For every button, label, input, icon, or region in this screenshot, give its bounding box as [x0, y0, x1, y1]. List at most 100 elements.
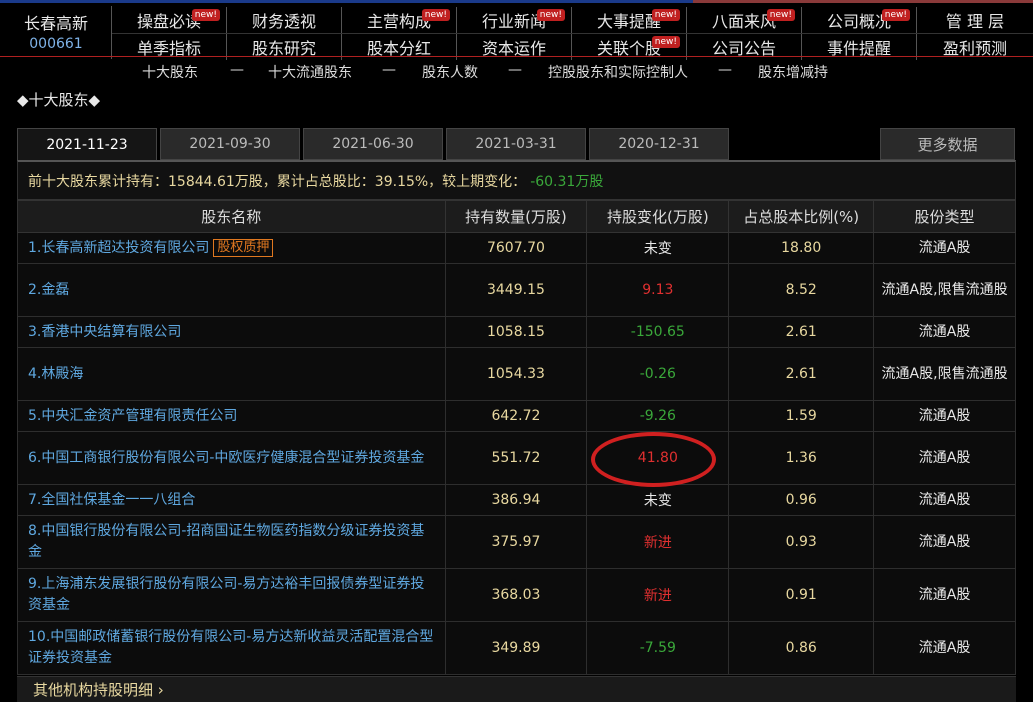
column-header: 股东名称	[17, 200, 446, 233]
holding-change-cell: 41.80	[586, 431, 730, 485]
subnav-item-2[interactable]: 十大流通股东	[268, 62, 352, 82]
holding-qty-cell: 1054.33	[444, 347, 588, 401]
menu-item-1[interactable]: 操盘必读 new!	[112, 7, 227, 33]
new-badge: new!	[191, 9, 220, 21]
stock-code: 000661	[29, 36, 83, 52]
table-header-row: 股东名称 持有数量(万股) 持股变化(万股) 占总股本比例(%) 股份类型	[17, 200, 1016, 233]
holding-pct-cell: 8.52	[728, 263, 875, 317]
menu-item-6[interactable]: 八面来风 new!	[687, 7, 802, 33]
tab-date-5[interactable]: 2020-12-31	[589, 128, 729, 160]
subnav-separator: —	[718, 62, 732, 78]
share-type-cell: 流通A股	[873, 232, 1016, 264]
new-badge: new!	[881, 9, 910, 21]
holding-pct-cell: 18.80	[728, 232, 875, 264]
summary-change: -60.31万股	[530, 173, 604, 190]
menu-item-label: 管 理 层	[945, 12, 1005, 31]
table-row: 1.长春高新超达投资有限公司 股权质押 7607.70 未变 18.80 流通A股	[17, 232, 1016, 264]
shareholder-link[interactable]: 2.金磊	[28, 282, 69, 298]
holding-pct-cell: 1.36	[728, 431, 875, 485]
holding-pct-cell: 0.91	[728, 568, 875, 622]
shareholder-link[interactable]: 4.林殿海	[28, 366, 83, 382]
stock-name: 长春高新	[23, 14, 88, 33]
shareholder-link[interactable]: 10.中国邮政储蓄银行股份有限公司-易方达新收益灵活配置混合型证券投资基金	[28, 629, 433, 666]
share-type-cell: 流通A股,限售流通股	[873, 263, 1016, 317]
holding-qty-cell: 3449.15	[444, 263, 588, 317]
tab-date-2[interactable]: 2021-09-30	[160, 128, 300, 160]
other-institutions-link[interactable]: 其他机构持股明细 ›	[17, 676, 1016, 702]
divider-line	[0, 56, 1033, 57]
column-header: 占总股本比例(%)	[728, 200, 875, 233]
subnav-item-3[interactable]: 股东人数	[422, 62, 478, 82]
shareholder-link[interactable]: 9.上海浦东发展银行股份有限公司-易方达裕丰回报债券型证券投资基金	[28, 576, 424, 613]
share-type-cell: 流通A股,限售流通股	[873, 347, 1016, 401]
menu-item-5[interactable]: 大事提醒 new!	[572, 7, 687, 33]
subnav-item-5[interactable]: 股东增减持	[758, 62, 828, 82]
shareholder-name-cell: 5.中央汇金资产管理有限责任公司	[17, 400, 446, 432]
tab-date-3[interactable]: 2021-06-30	[303, 128, 443, 160]
shareholder-name-cell: 6.中国工商银行股份有限公司-中欧医疗健康混合型证券投资基金	[17, 431, 446, 485]
holding-change-cell: -150.65	[586, 316, 730, 348]
new-badge: new!	[536, 9, 565, 21]
shareholder-link[interactable]: 7.全国社保基金一一八组合	[28, 492, 195, 508]
menu-item-3[interactable]: 主营构成 new!	[342, 7, 457, 33]
shareholder-name-cell: 9.上海浦东发展银行股份有限公司-易方达裕丰回报债券型证券投资基金	[17, 568, 446, 622]
holding-change-cell: -0.26	[586, 347, 730, 401]
holding-qty-cell: 551.72	[444, 431, 588, 485]
holding-pct-cell: 2.61	[728, 347, 875, 401]
shareholder-link[interactable]: 5.中央汇金资产管理有限责任公司	[28, 408, 237, 424]
shareholder-name-cell: 1.长春高新超达投资有限公司 股权质押	[17, 232, 446, 264]
new-badge: new!	[766, 9, 795, 21]
column-header: 持股变化(万股)	[586, 200, 730, 233]
table-row: 5.中央汇金资产管理有限责任公司 642.72 -9.26 1.59 流通A股	[17, 400, 1016, 432]
shareholder-link[interactable]: 3.香港中央结算有限公司	[28, 324, 181, 340]
table-row: 9.上海浦东发展银行股份有限公司-易方达裕丰回报债券型证券投资基金 368.03 新…	[17, 568, 1016, 622]
share-type-cell: 流通A股	[873, 400, 1016, 432]
tab-date-4[interactable]: 2021-03-31	[446, 128, 586, 160]
summary-bar: 前十大股东累计持有：15844.61万股，累计占总股比：39.15%，较上期变化…	[17, 160, 1016, 200]
subnav-separator: —	[508, 62, 522, 78]
shareholder-name-cell: 7.全国社保基金一一八组合	[17, 484, 446, 516]
table-row: 7.全国社保基金一一八组合 386.94 未变 0.96 流通A股	[17, 484, 1016, 516]
shareholder-name-cell: 2.金磊	[17, 263, 446, 317]
subnav-item-4[interactable]: 控股股东和实际控制人	[548, 62, 688, 82]
table-row: 8.中国银行股份有限公司-招商国证生物医药指数分级证券投资基金 375.97 新进 0…	[17, 515, 1016, 569]
menu-item-4[interactable]: 行业新闻 new!	[457, 7, 572, 33]
holding-pct-cell: 2.61	[728, 316, 875, 348]
shareholder-name-cell: 8.中国银行股份有限公司-招商国证生物医药指数分级证券投资基金	[17, 515, 446, 569]
share-type-cell: 流通A股	[873, 431, 1016, 485]
subnav-separator: —	[230, 62, 244, 78]
holding-qty-cell: 349.89	[444, 621, 588, 675]
holding-qty-cell: 642.72	[444, 400, 588, 432]
column-header: 股份类型	[873, 200, 1016, 233]
share-type-cell: 流通A股	[873, 515, 1016, 569]
holding-change-cell: 9.13	[586, 263, 730, 317]
new-badge: new!	[421, 9, 450, 21]
holding-pct-cell: 1.59	[728, 400, 875, 432]
shareholder-link[interactable]: 6.中国工商银行股份有限公司-中欧医疗健康混合型证券投资基金	[28, 450, 424, 466]
menu-item-8[interactable]: 管 理 层	[917, 7, 1033, 33]
subnav-item-1[interactable]: 十大股东	[142, 62, 198, 82]
table-row: 4.林殿海 1054.33 -0.26 2.61 流通A股,限售流通股	[17, 347, 1016, 401]
top-accent-line	[693, 0, 1033, 3]
new-badge: new!	[651, 36, 680, 48]
top-menu-bar: 长春高新 000661 操盘必读 new! 财务透视 主营构成 new! 行业新闻 new!…	[0, 0, 1033, 60]
new-badge: new!	[651, 9, 680, 21]
holding-qty-cell: 386.94	[444, 484, 588, 516]
more-data-button[interactable]: 更多数据	[880, 128, 1015, 160]
sub-navigation: 十大股东 十大流通股东 股东人数 控股股东和实际控制人 股东增减持 — — — —	[0, 60, 1033, 82]
menu-item-7[interactable]: 公司概况 new!	[802, 7, 917, 33]
shareholder-link[interactable]: 8.中国银行股份有限公司-招商国证生物医药指数分级证券投资基金	[28, 523, 424, 560]
menu-row-1: 操盘必读 new! 财务透视 主营构成 new! 行业新闻 new! 大事提醒 new! 八面来风…	[112, 7, 1033, 33]
shareholder-name-cell: 4.林殿海	[17, 347, 446, 401]
holding-qty-cell: 1058.15	[444, 316, 588, 348]
tab-date-1[interactable]: 2021-11-23	[17, 128, 157, 160]
share-type-cell: 流通A股	[873, 568, 1016, 622]
menu-item-label: 财务透视	[251, 12, 316, 31]
share-type-cell: 流通A股	[873, 621, 1016, 675]
pledge-badge[interactable]: 股权质押	[213, 238, 274, 257]
menu-item-2[interactable]: 财务透视	[227, 7, 342, 33]
table-row: 6.中国工商银行股份有限公司-中欧医疗健康混合型证券投资基金 551.72 41.8…	[17, 431, 1016, 485]
share-type-cell: 流通A股	[873, 316, 1016, 348]
shareholder-link[interactable]: 1.长春高新超达投资有限公司	[28, 240, 209, 256]
section-title: ◆十大股东◆	[17, 91, 101, 109]
